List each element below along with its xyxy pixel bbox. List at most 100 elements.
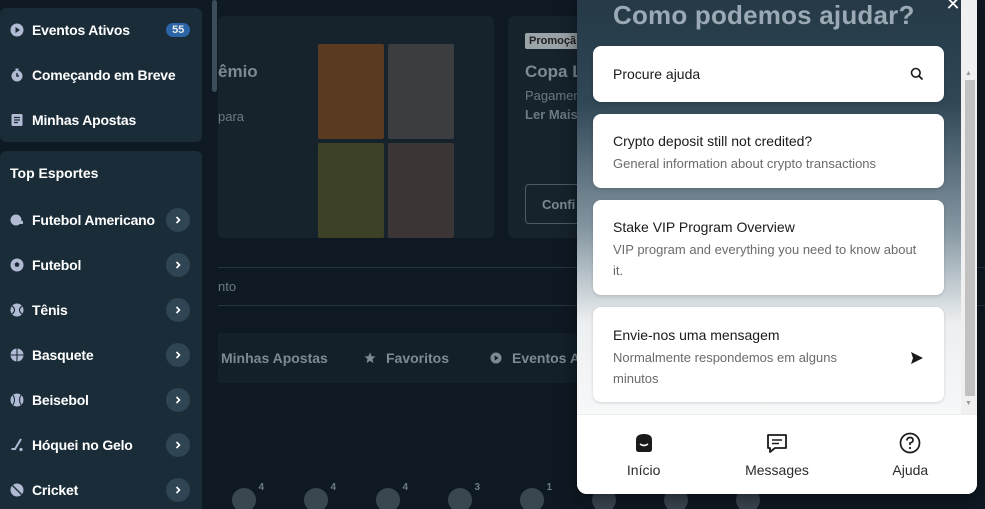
promo-card-title: êmio [218, 62, 258, 81]
sidebar-item-label: Hóquei no Gelo [32, 437, 133, 453]
tennis-ball-icon [10, 303, 24, 317]
help-article-subtitle: General information about crypto transac… [613, 156, 877, 171]
sidebar-item-futebol[interactable]: Futebol [10, 251, 190, 279]
sidebar-item-label: Minhas Apostas [32, 112, 137, 128]
help-search[interactable]: Procure ajuda [593, 46, 944, 102]
chevron-right-icon[interactable] [166, 388, 190, 412]
sidebar-section-title: Top Esportes [10, 165, 99, 181]
tab-minhas-apostas[interactable]: Minhas Apostas [221, 350, 328, 366]
soccer-ball-icon [10, 258, 24, 272]
sidebar-item-label: Começando em Breve [32, 67, 176, 83]
chevron-right-icon[interactable] [166, 298, 190, 322]
sport-count: 4 [258, 482, 264, 493]
help-article-card[interactable]: Crypto deposit still not credited? Gener… [593, 114, 944, 188]
sport-count: 1 [546, 482, 552, 493]
promo-card-1[interactable]: êmio para [218, 16, 494, 238]
sport-icon[interactable]: 4 [304, 482, 336, 509]
chevron-right-icon[interactable] [166, 433, 190, 457]
help-title: Como podemos ajudar? [613, 0, 915, 30]
sidebar-item-label: Tênis [32, 302, 68, 318]
nav-label: Ajuda [892, 461, 929, 478]
scrollbar-thumb[interactable] [965, 80, 975, 396]
send-message-title: Envie-nos uma mensagem [613, 327, 780, 343]
chevron-right-icon[interactable] [166, 478, 190, 502]
tab-label: Minhas Apostas [221, 350, 328, 366]
sport-count: 4 [402, 482, 408, 493]
sport-count: 4 [330, 482, 336, 493]
home-icon [635, 433, 652, 452]
sidebar-item-minhas-apostas[interactable]: Minhas Apostas [10, 106, 190, 134]
sidebar-item-label: Cricket [32, 482, 79, 498]
sidebar-item-tenis[interactable]: Tênis [10, 296, 190, 324]
sport-icon[interactable]: 4 [376, 482, 408, 509]
stopwatch-icon [11, 68, 23, 82]
close-icon[interactable]: ✕ [943, 0, 963, 15]
tab-favoritos[interactable]: Favoritos [364, 350, 449, 366]
sidebar-item-label: Basquete [32, 347, 94, 363]
message-icon [767, 433, 787, 453]
sidebar-sports-panel: Top Esportes Futebol Americano Futebol T… [0, 151, 202, 509]
promo-tag: Promoçã [525, 33, 581, 49]
sidebar-item-label: Beisebol [32, 392, 89, 408]
american-football-icon [10, 214, 23, 226]
help-article-subtitle: VIP program and everything you need to k… [613, 242, 917, 278]
cricket-ball-icon [10, 483, 24, 497]
help-bottom-nav: Início Messages Ajuda [577, 414, 977, 494]
play-circle-icon [490, 352, 502, 364]
hockey-stick-icon [11, 438, 23, 452]
nav-messages[interactable]: Messages [710, 415, 843, 494]
tab-label: Favoritos [386, 350, 450, 366]
send-message-card[interactable]: Envie-nos uma mensagem Normalmente respo… [593, 307, 944, 402]
promo-card-text: para [218, 109, 245, 124]
promo-card-2-title: Copa L [525, 62, 583, 81]
chevron-right-icon[interactable] [166, 208, 190, 232]
promo-card-2-line: Pagamen [525, 88, 581, 103]
send-arrow-icon [911, 352, 923, 364]
nav-label: Início [626, 461, 661, 478]
help-article-title: Crypto deposit still not credited? [613, 133, 813, 149]
send-message-subtitle: Normalmente respondemos em alguns minuto… [613, 350, 837, 386]
basketball-icon [10, 348, 24, 362]
help-widget: Como podemos ajudar? ✕ Procure ajuda Cry… [577, 0, 977, 494]
help-article-card[interactable]: Stake VIP Program Overview VIP program a… [593, 200, 944, 295]
sidebar-item-basquete[interactable]: Basquete [10, 341, 190, 369]
star-icon [364, 352, 376, 363]
confirm-button[interactable]: Confi [525, 184, 585, 224]
sidebar-item-eventos-ativos[interactable]: Eventos Ativos 55 [10, 16, 190, 44]
search-icon [910, 67, 924, 81]
help-icon [899, 432, 921, 453]
help-search-label: Procure ajuda [613, 66, 701, 82]
sidebar-item-futebol-americano[interactable]: Futebol Americano [10, 206, 190, 234]
baseball-icon [10, 393, 24, 407]
sidebar-top-panel: Eventos Ativos 55 Começando em Breve Min… [0, 8, 202, 142]
sidebar-item-label: Futebol [32, 257, 82, 273]
receipt-icon [11, 114, 23, 126]
play-circle-icon [10, 23, 24, 37]
search-placeholder-fragment[interactable]: nto [218, 279, 236, 294]
sidebar-item-hoquei[interactable]: Hóquei no Gelo [10, 431, 190, 459]
sidebar-item-comecando[interactable]: Começando em Breve [10, 61, 190, 89]
sport-count: 3 [474, 482, 480, 493]
help-scroll-area: Como podemos ajudar? ✕ Procure ajuda Cry… [577, 0, 961, 414]
read-more-link[interactable]: Ler Mais [525, 107, 578, 122]
sidebar-item-label: Eventos Ativos [32, 22, 130, 38]
sidebar-item-cricket[interactable]: Cricket [10, 476, 190, 504]
sport-icon[interactable]: 3 [448, 482, 480, 509]
sidebar-item-beisebol[interactable]: Beisebol [10, 386, 190, 414]
chevron-right-icon[interactable] [166, 343, 190, 367]
sidebar: Eventos Ativos 55 Começando em Breve Min… [0, 0, 210, 509]
nav-inicio[interactable]: Início [577, 415, 710, 494]
chevron-right-icon[interactable] [166, 253, 190, 277]
tab-label: Eventos At [512, 350, 585, 366]
sidebar-scrollbar[interactable] [212, 0, 217, 92]
sport-icon[interactable]: 1 [520, 482, 552, 509]
sport-icon[interactable]: 4 [232, 482, 264, 509]
tab-eventos-ativos[interactable]: Eventos At [490, 350, 585, 366]
help-article-title: Stake VIP Program Overview [613, 219, 795, 235]
sidebar-item-label: Futebol Americano [32, 212, 155, 228]
nav-label: Messages [745, 461, 809, 478]
nav-ajuda[interactable]: Ajuda [844, 415, 977, 494]
live-count-badge: 55 [166, 23, 190, 37]
help-scrollbar[interactable]: ▲ ▼ [961, 0, 977, 414]
promo-artwork [318, 44, 454, 238]
